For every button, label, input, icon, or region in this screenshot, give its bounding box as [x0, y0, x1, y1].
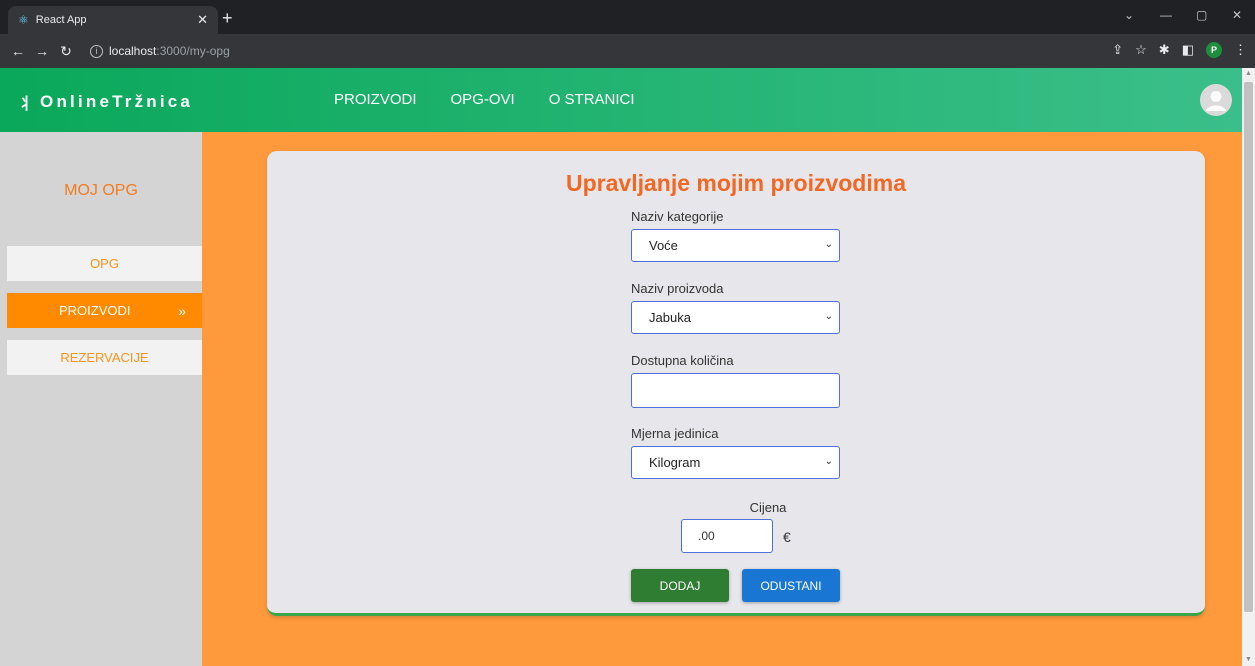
url-host: localhost [109, 44, 157, 58]
minimize-icon[interactable]: — [1160, 8, 1172, 22]
price-value: .00 [698, 529, 715, 543]
main-nav: PROIZVODI OPG-OVI O STRANICI [334, 91, 635, 108]
product-select[interactable]: Jabuka ⌄ [631, 301, 840, 334]
nav-opg-ovi[interactable]: OPG-OVI [451, 91, 515, 108]
sidebar-item-proizvodi[interactable]: PROIZVODI » [7, 293, 202, 328]
window-close-icon[interactable]: ✕ [1232, 8, 1242, 22]
site-header: ⺦ OnlineTržnica PROIZVODI OPG-OVI O STRA… [0, 68, 1242, 132]
product-value: Jabuka [649, 310, 691, 325]
back-icon[interactable]: ← [6, 43, 30, 59]
browser-tabstrip: ⚛ React App ✕ + ⌄ — ▢ ✕ [0, 0, 1255, 34]
profile-avatar[interactable]: P [1206, 42, 1222, 58]
add-button[interactable]: DODAJ [631, 569, 729, 602]
product-label: Naziv proizvoda [631, 281, 724, 296]
site-info-icon[interactable]: i [90, 44, 103, 58]
price-input[interactable]: .00 [681, 519, 773, 553]
sidebar-item-label: OPG [90, 256, 119, 271]
url-path: :3000/my-opg [156, 44, 230, 58]
page-scrollbar[interactable]: ▲ ▼ [1242, 68, 1255, 666]
sidebar-item-rezervacije[interactable]: REZERVACIJE [7, 340, 202, 375]
quantity-label: Dostupna količina [631, 353, 734, 368]
category-select[interactable]: Voće ⌄ [631, 229, 840, 262]
unit-value: Kilogram [649, 455, 701, 470]
quantity-input[interactable] [631, 373, 840, 408]
chevron-down-icon: ⌄ [824, 311, 833, 322]
scroll-down-icon[interactable]: ▼ [1245, 656, 1252, 663]
leaf-icon: ⺦ [18, 96, 35, 113]
chevron-down-icon: ⌄ [824, 456, 833, 467]
browser-tab[interactable]: ⚛ React App ✕ [8, 6, 218, 34]
sidebar-item-label: REZERVACIJE [60, 350, 149, 365]
address-bar[interactable]: i localhost:3000/my-opg [90, 39, 1080, 63]
nav-proizvodi[interactable]: PROIZVODI [334, 91, 417, 108]
logo-text: OnlineTržnica [40, 92, 194, 111]
price-label: Cijena [749, 500, 787, 515]
chevron-down-icon: ⌄ [824, 239, 833, 250]
product-form-card: Upravljanje mojim proizvodima Naziv kate… [267, 151, 1205, 616]
unit-select[interactable]: Kilogram ⌄ [631, 446, 840, 479]
double-chevron-right-icon: » [178, 302, 186, 319]
restore-icon[interactable]: ▢ [1196, 8, 1207, 22]
reload-icon[interactable]: ↻ [54, 43, 78, 60]
sidebar: MOJ OPG OPG PROIZVODI » REZERVACIJE [0, 132, 202, 666]
tab-title: React App [35, 14, 87, 26]
scroll-up-icon[interactable]: ▲ [1245, 70, 1252, 77]
currency-symbol: € [783, 529, 791, 545]
category-value: Voće [649, 238, 678, 253]
unit-label: Mjerna jedinica [631, 426, 719, 441]
cancel-button[interactable]: ODUSTANI [742, 569, 840, 602]
browser-toolbar: ← → ↻ i localhost:3000/my-opg ⇪ ☆ ✱ ◧ P … [0, 34, 1255, 68]
close-tab-icon[interactable]: ✕ [197, 12, 208, 28]
category-label: Naziv kategorije [631, 209, 724, 224]
side-panel-icon[interactable]: ◧ [1182, 42, 1194, 58]
react-icon: ⚛ [18, 13, 29, 27]
page-viewport: ⺦ OnlineTržnica PROIZVODI OPG-OVI O STRA… [0, 68, 1255, 666]
new-tab-icon[interactable]: + [222, 8, 233, 28]
scrollbar-thumb[interactable] [1244, 82, 1253, 612]
sidebar-title: MOJ OPG [64, 182, 138, 199]
forward-icon[interactable]: → [30, 43, 54, 59]
user-avatar-icon[interactable] [1200, 84, 1232, 116]
nav-o-stranici[interactable]: O STRANICI [549, 91, 635, 108]
bookmark-star-icon[interactable]: ☆ [1135, 42, 1147, 58]
tab-search-icon[interactable]: ⌄ [1124, 8, 1134, 22]
menu-kebab-icon[interactable]: ⋮ [1234, 42, 1247, 58]
sidebar-item-opg[interactable]: OPG [7, 246, 202, 281]
sidebar-item-label: PROIZVODI [59, 303, 131, 318]
share-icon[interactable]: ⇪ [1112, 42, 1123, 58]
extensions-icon[interactable]: ✱ [1159, 42, 1170, 58]
site-logo[interactable]: ⺦ OnlineTržnica [18, 90, 193, 114]
page-title: Upravljanje mojim proizvodima [566, 170, 906, 196]
